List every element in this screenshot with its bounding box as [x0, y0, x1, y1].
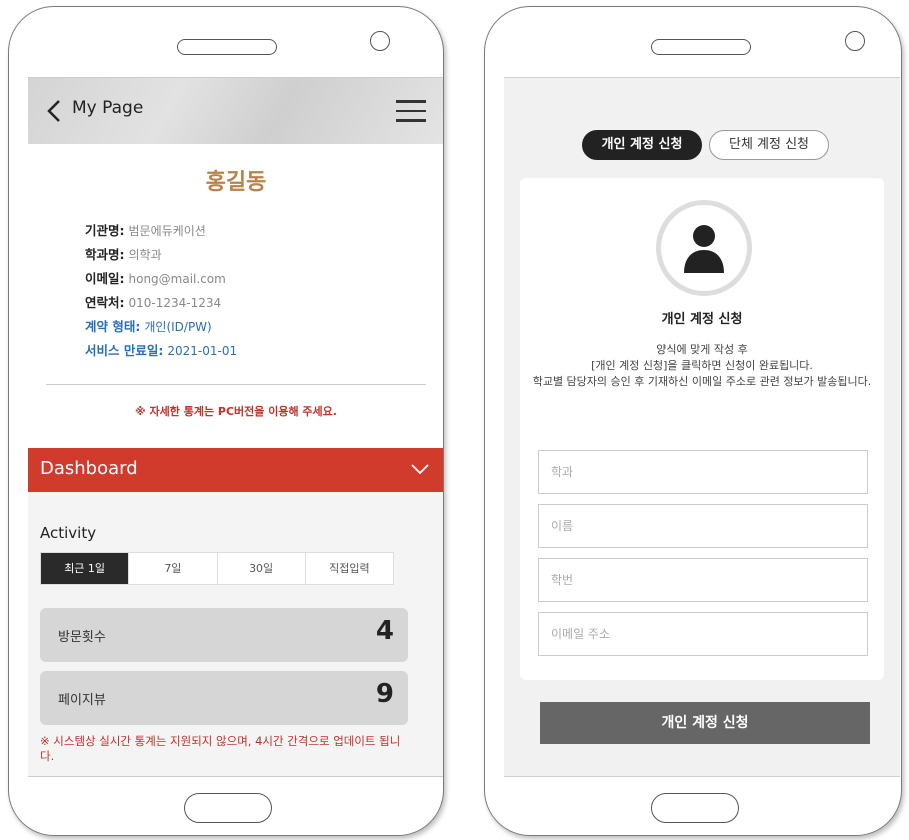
department-input[interactable]	[539, 451, 867, 493]
update-note: ※ 시스템상 실시간 통계는 지원되지 않으며, 4시간 간격으로 업데이트 됩…	[40, 734, 401, 763]
speaker-slot	[651, 39, 751, 55]
phone-frame-left: My Page 홍길동 기관명: 범문에듀케이션 학과명: 의학과 이메일: hong…	[8, 6, 444, 836]
info-value: 의학과	[128, 248, 162, 262]
user-name: 홍길동	[205, 170, 267, 195]
email-input[interactable]	[539, 613, 867, 655]
department-field	[538, 450, 868, 494]
email-field	[538, 612, 868, 656]
page-title: My Page	[72, 98, 144, 118]
profile-section: 홍길동 기관명: 범문에듀케이션 학과명: 의학과 이메일: hong@mail.co…	[28, 144, 443, 448]
tab-group-account[interactable]: 단체 계정 신청	[709, 130, 829, 160]
info-row-dept: 학과명: 의학과	[85, 243, 237, 267]
info-label: 기관명:	[85, 223, 125, 238]
avatar	[656, 200, 752, 296]
info-row-expiry: 서비스 만료일: 2021-01-01	[85, 339, 237, 363]
activity-title: Activity	[40, 524, 97, 542]
info-label: 서비스 만료일:	[85, 343, 164, 358]
tab-7days[interactable]: 7일	[129, 553, 218, 584]
signup-card: 개인 계정 신청 양식에 맞게 작성 후 [개인 계정 신청]을 클릭하면 신청…	[520, 178, 884, 680]
info-row-phone: 연락처: 010-1234-1234	[85, 291, 237, 315]
info-value: 범문에듀케이션	[128, 224, 206, 238]
chevron-left-icon[interactable]	[44, 98, 64, 124]
stat-value: 4	[375, 616, 394, 646]
name-input[interactable]	[539, 505, 867, 547]
stat-value: 9	[375, 679, 394, 709]
signup-screen: 개인 계정 신청 단체 계정 신청 개인 계정 신청 양식에 맞게 작성 후 […	[504, 77, 900, 777]
info-value: 개인(ID/PW)	[144, 320, 212, 334]
camera-icon	[370, 31, 390, 51]
divider	[46, 384, 426, 385]
tab-individual-account[interactable]: 개인 계정 신청	[582, 130, 702, 160]
page-header: My Page	[28, 78, 443, 144]
speaker-slot	[177, 39, 277, 55]
dashboard-bar[interactable]: Dashboard	[28, 448, 443, 492]
desc-line: 양식에 맞게 작성 후	[656, 343, 748, 356]
user-icon	[684, 225, 724, 273]
info-row-contract: 계약 형태: 개인(ID/PW)	[85, 315, 237, 339]
stat-label: 방문횟수	[58, 630, 106, 645]
desc-line: [개인 계정 신청]을 클릭하면 신청이 완료됩니다.	[591, 359, 813, 372]
info-row-org: 기관명: 범문에듀케이션	[85, 219, 237, 243]
student-id-input[interactable]	[539, 559, 867, 601]
desc-line: 학교별 담당자의 승인 후 기재하신 이메일 주소로 관련 정보가 발송됩니다.	[532, 375, 872, 388]
info-value: 2021-01-01	[167, 344, 238, 358]
home-button[interactable]	[651, 793, 739, 823]
my-page-screen: My Page 홍길동 기관명: 범문에듀케이션 학과명: 의학과 이메일: hong…	[28, 77, 443, 777]
info-label: 학과명:	[85, 247, 125, 262]
profile-info: 기관명: 범문에듀케이션 학과명: 의학과 이메일: hong@mail.com 연락…	[85, 219, 237, 363]
pc-version-note: ※ 자세한 통계는 PC버전을 이용해 주세요.	[135, 405, 337, 418]
tab-1day[interactable]: 최근 1일	[41, 553, 130, 584]
info-value: 010-1234-1234	[128, 296, 222, 310]
hamburger-icon[interactable]	[396, 100, 426, 122]
stat-card-visits: 방문횟수 4	[40, 608, 408, 662]
card-description: 양식에 맞게 작성 후 [개인 계정 신청]을 클릭하면 신청이 완료됩니다. …	[528, 342, 876, 390]
period-tabs: 최근 1일 7일 30일 직접입력	[40, 552, 394, 585]
card-title: 개인 계정 신청	[661, 312, 743, 327]
info-value: hong@mail.com	[128, 272, 226, 286]
phone-frame-right: 개인 계정 신청 단체 계정 신청 개인 계정 신청 양식에 맞게 작성 후 […	[484, 6, 902, 836]
stat-label: 페이지뷰	[58, 693, 106, 708]
camera-icon	[845, 31, 865, 51]
home-button[interactable]	[184, 793, 272, 823]
info-label: 이메일:	[85, 271, 125, 286]
stat-card-pageviews: 페이지뷰 9	[40, 671, 408, 725]
info-row-email: 이메일: hong@mail.com	[85, 267, 237, 291]
info-label: 계약 형태:	[85, 319, 141, 334]
submit-button[interactable]: 개인 계정 신청	[540, 702, 870, 744]
tab-custom[interactable]: 직접입력	[306, 553, 393, 584]
chevron-down-icon[interactable]	[410, 462, 430, 476]
tab-30days[interactable]: 30일	[218, 553, 306, 584]
name-field	[538, 504, 868, 548]
student-id-field	[538, 558, 868, 602]
info-label: 연락처:	[85, 295, 125, 310]
dashboard-label: Dashboard	[40, 458, 138, 479]
